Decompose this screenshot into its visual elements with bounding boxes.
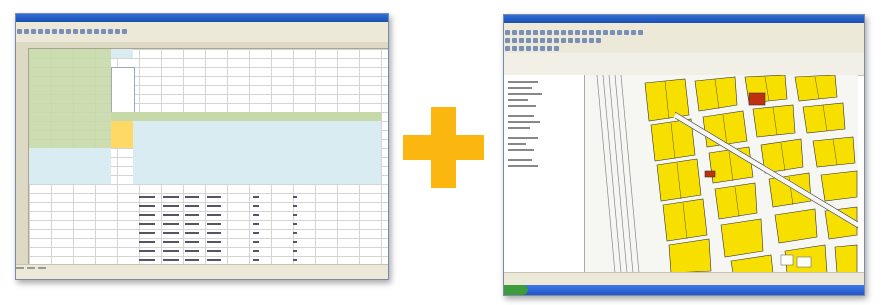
excel-statusbar [16, 264, 388, 279]
gis-map-view[interactable] [585, 75, 858, 273]
excel-input-block [111, 67, 135, 114]
excel-header-row [111, 112, 381, 121]
excel-data-block [133, 121, 381, 184]
parcel-map-svg [585, 75, 858, 273]
plus-icon [403, 107, 484, 188]
start-button[interactable] [504, 285, 528, 295]
excel-sheet-tab[interactable] [16, 267, 24, 269]
excel-column-headers [16, 42, 388, 49]
excel-lower-label-block [29, 148, 111, 184]
gis-layer-list [504, 75, 585, 273]
taskbar [504, 285, 864, 295]
excel-yellow-cells [111, 121, 133, 148]
gis-titlebar [504, 15, 864, 23]
excel-input-cell [111, 49, 133, 58]
excel-data-rows-svg [139, 196, 297, 261]
excel-data-rows [133, 193, 333, 265]
excel-row-headers [16, 48, 29, 265]
spreadsheet-screenshot [15, 13, 389, 280]
gis-statusbar [504, 272, 864, 295]
highlighted-parcel [704, 170, 716, 178]
excel-label-column [29, 49, 111, 148]
highlighted-parcel [748, 92, 766, 106]
excel-titlebar [16, 14, 388, 22]
excel-sheet-tab[interactable] [38, 267, 46, 269]
gis-ribbon-area [504, 53, 864, 76]
gis-screenshot [503, 14, 865, 296]
excel-sheet-tab[interactable] [27, 267, 35, 269]
plus-vertical-bar [431, 107, 456, 188]
